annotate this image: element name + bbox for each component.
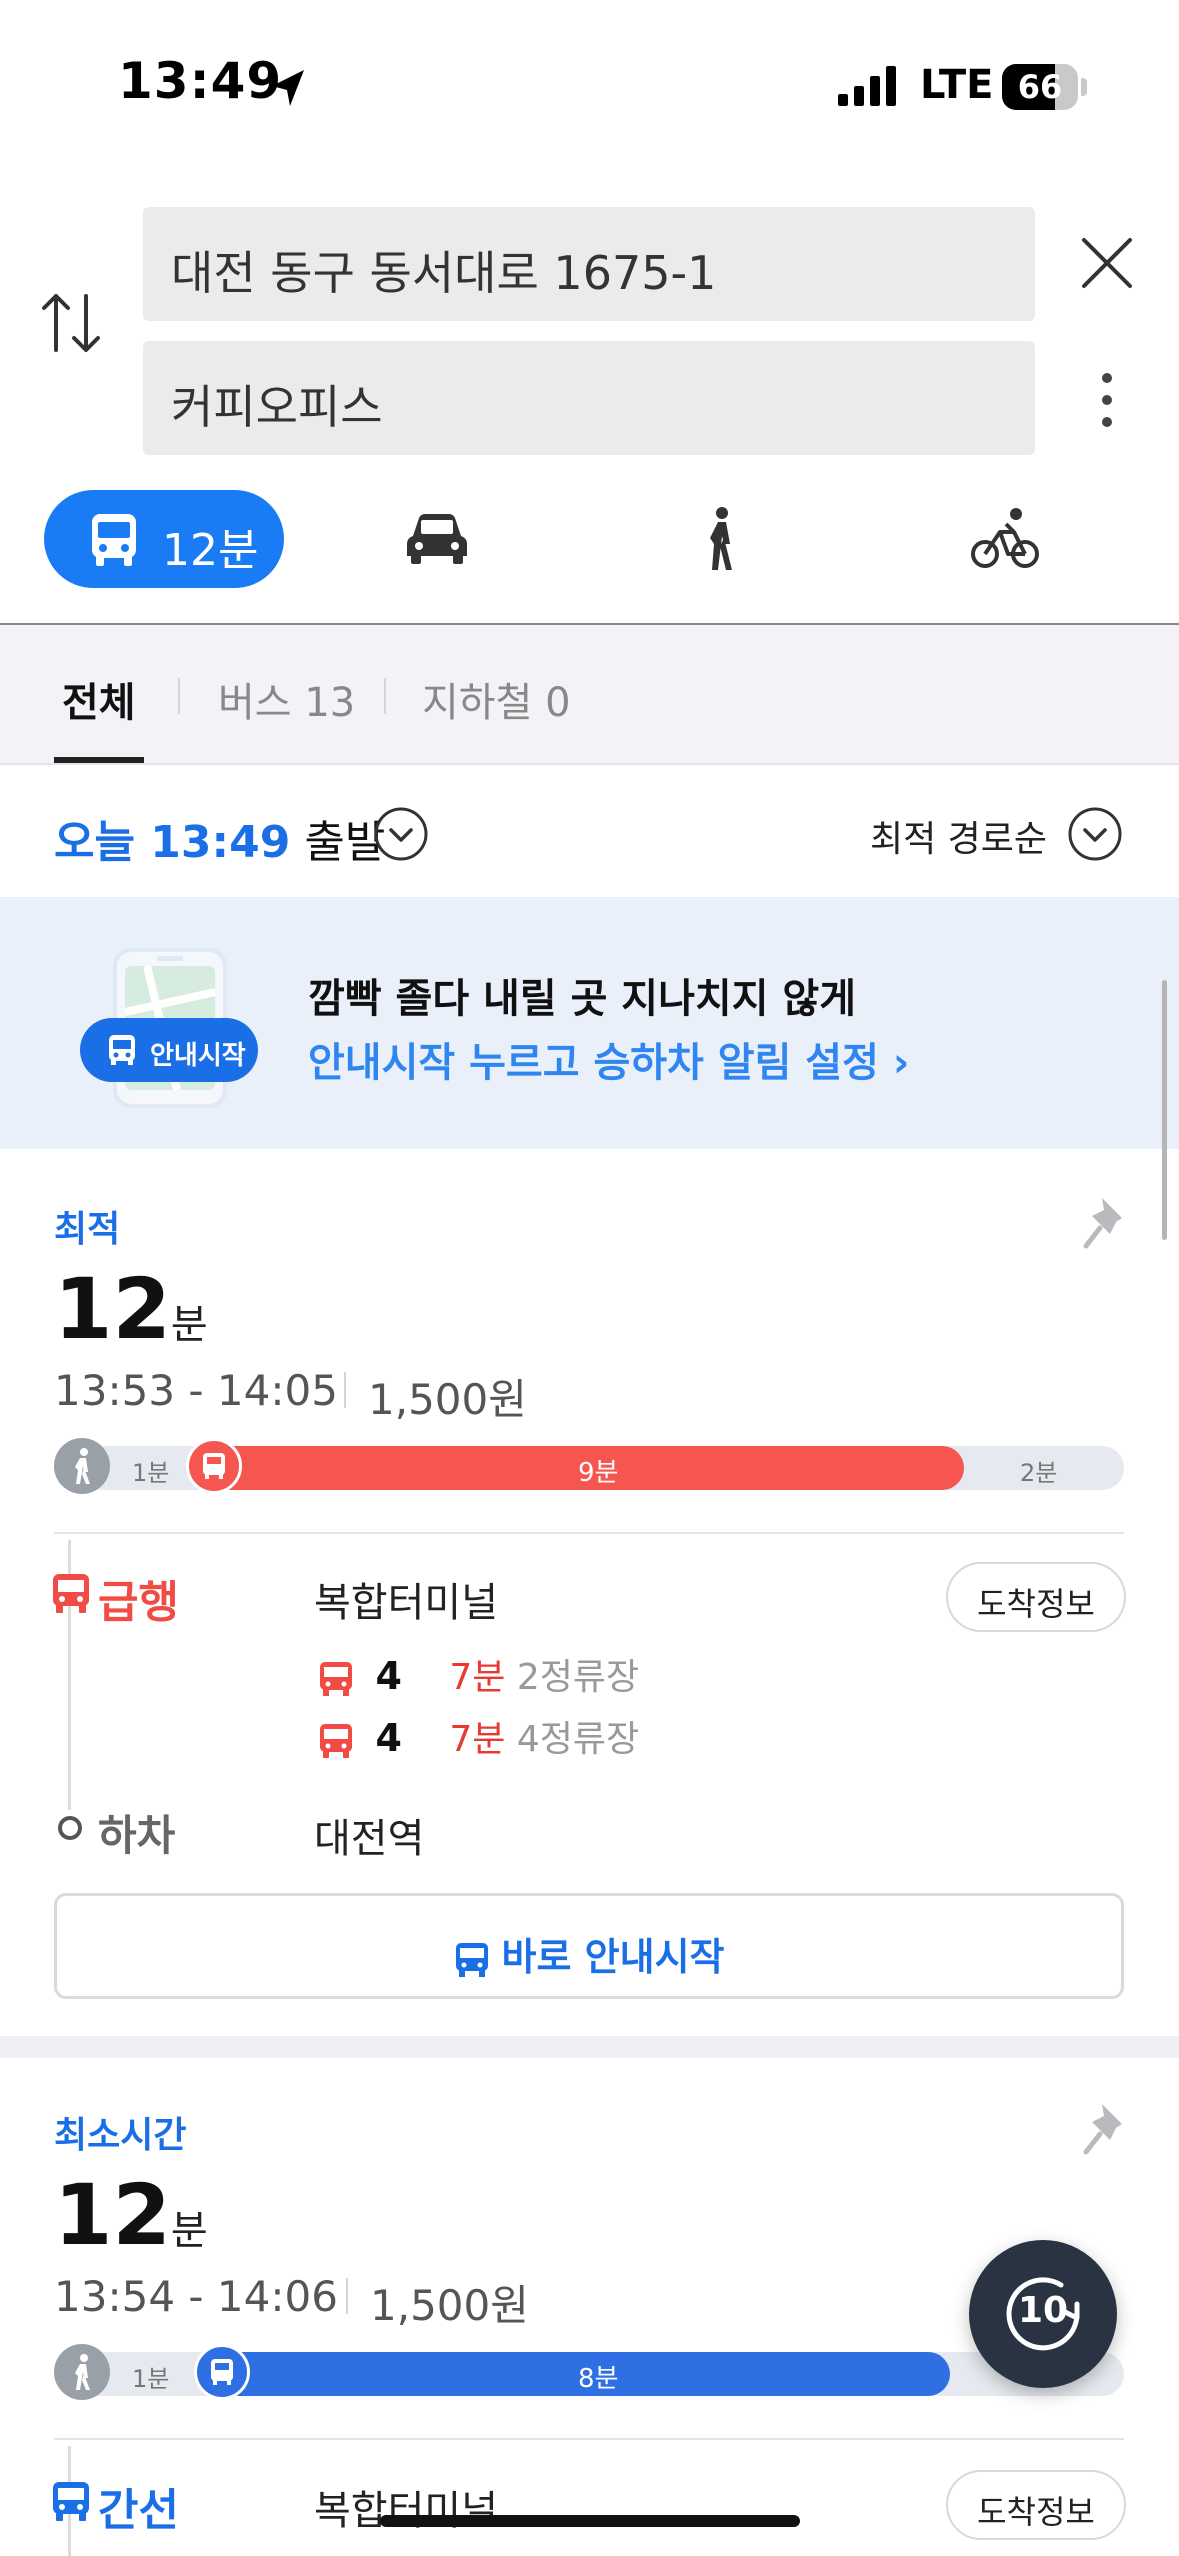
- network-type: LTE: [920, 62, 994, 108]
- bus-icon: [211, 2359, 233, 2385]
- arrival-minutes: 7분: [449, 1657, 506, 1698]
- bus-number: 4: [375, 1716, 402, 1760]
- alight-dot-icon: [58, 1816, 82, 1840]
- walk-badge: [54, 1438, 110, 1494]
- close-icon[interactable]: [1080, 236, 1134, 290]
- arrival-row: 4 7분 2정류장: [318, 1648, 639, 1700]
- start-guidance-label: 바로 안내시작: [501, 1935, 725, 1979]
- signal-icon: [838, 66, 896, 106]
- walk-icon[interactable]: [700, 506, 740, 572]
- tab-all[interactable]: 전체: [62, 670, 136, 728]
- chevron-down-icon[interactable]: [1067, 806, 1123, 862]
- bus-icon: [455, 1942, 488, 1977]
- tab-subway[interactable]: 지하철 0: [422, 670, 571, 728]
- refresh-button[interactable]: 10: [969, 2240, 1117, 2388]
- walk-start-minutes: 1분: [132, 1459, 170, 1487]
- destination-input[interactable]: 커피오피스: [143, 341, 1035, 455]
- mode-bus-tab[interactable]: 12분: [44, 490, 284, 588]
- route-tag: 최적: [54, 1209, 121, 1250]
- pin-icon[interactable]: [1082, 2100, 1132, 2158]
- bus-number: 4: [375, 1654, 402, 1698]
- bus-icon: [92, 514, 136, 566]
- tab-bus[interactable]: 버스 13: [218, 670, 355, 728]
- arrival-info-button[interactable]: 도착정보: [946, 1562, 1126, 1632]
- tab-bottom-border: [0, 763, 1179, 765]
- arrival-stops: 4정류장: [516, 1719, 640, 1760]
- walk-end-minutes: 2분: [1020, 1459, 1058, 1487]
- tab-separator: [384, 678, 386, 714]
- card-divider: [54, 2438, 1124, 2440]
- more-options-icon[interactable]: [1100, 370, 1114, 430]
- route-duration: 12분: [54, 2166, 208, 2264]
- route-times: 13:54 - 14:06: [54, 2272, 338, 2321]
- bus-icon: [53, 2482, 89, 2521]
- bus-icon: [203, 1453, 225, 1479]
- banner-title: 깜빡 졸다 내릴 곳 지나치지 않게: [308, 976, 857, 1022]
- ride-minutes: 9분: [578, 1458, 619, 1488]
- mode-bus-label: 12분: [162, 525, 259, 576]
- car-icon[interactable]: [405, 510, 469, 566]
- bus-badge: [194, 2344, 250, 2400]
- bus-type-label: 간선: [98, 2485, 179, 2536]
- board-stop: 복합터미널: [314, 2488, 498, 2534]
- duration-unit: 분: [170, 1302, 208, 1348]
- scrollbar[interactable]: [1162, 980, 1167, 1240]
- route-times: 13:53 - 14:05: [54, 1366, 338, 1415]
- status-time: 13:49: [118, 52, 283, 110]
- chevron-down-icon[interactable]: [373, 806, 429, 862]
- location-arrow-icon: [272, 70, 304, 106]
- home-indicator[interactable]: [380, 2515, 800, 2527]
- battery-tip: [1081, 78, 1087, 96]
- refresh-label: 10: [1017, 2290, 1069, 2331]
- bus-icon: [320, 1662, 352, 1696]
- duration-value: 12: [54, 2166, 171, 2264]
- arrival-info-button[interactable]: 도착정보: [946, 2470, 1126, 2540]
- duration-value: 12: [54, 1260, 171, 1358]
- ride-minutes: 8분: [578, 2364, 619, 2394]
- board-stop: 복합터미널: [314, 1580, 498, 1626]
- walk-icon: [75, 1448, 90, 1484]
- arrival-minutes: 7분: [449, 1719, 506, 1760]
- arrival-stops: 2정류장: [516, 1657, 640, 1698]
- banner-pill-label: 안내시작: [150, 1041, 246, 1071]
- times-separator: [346, 2278, 348, 2314]
- ride-segment: [188, 1446, 964, 1490]
- swap-icon[interactable]: [40, 288, 102, 358]
- arrival-row: 4 7분 4정류장: [318, 1710, 639, 1762]
- bus-icon: [109, 1035, 135, 1065]
- alight-label: 하차: [98, 1811, 176, 1860]
- departure-time: 오늘 13:49: [54, 817, 291, 868]
- route-tag: 최소시간: [54, 2115, 187, 2156]
- route-filter-bar: [0, 625, 1179, 765]
- banner-start-pill: 안내시작: [80, 1018, 258, 1082]
- duration-unit: 분: [170, 2208, 208, 2254]
- route-fare: 1,500원: [370, 2281, 529, 2330]
- bus-type-label: 급행: [98, 1577, 179, 1628]
- walk-start-minutes: 1분: [132, 2365, 170, 2393]
- sort-order[interactable]: 최적 경로순: [870, 810, 1047, 862]
- alight-stop: 대전역: [314, 1816, 425, 1862]
- start-guidance-button[interactable]: 바로 안내시작: [54, 1893, 1124, 1999]
- card-divider: [54, 1532, 1124, 1534]
- bicycle-icon[interactable]: [970, 506, 1040, 570]
- departure-time-selector[interactable]: 오늘 13:49 출발: [54, 806, 385, 870]
- ride-segment: [196, 2352, 950, 2396]
- pin-icon[interactable]: [1082, 1194, 1132, 1252]
- bus-icon: [320, 1724, 352, 1758]
- card-separator: [0, 2036, 1179, 2058]
- walk-icon: [75, 2354, 90, 2390]
- route-duration: 12분: [54, 1260, 208, 1358]
- walk-badge: [54, 2344, 110, 2400]
- bus-icon: [53, 1574, 89, 1613]
- bus-badge: [186, 1438, 242, 1494]
- battery-icon: 66: [1002, 64, 1078, 110]
- battery-level: 66: [1017, 68, 1063, 106]
- tab-separator: [178, 678, 180, 714]
- origin-input[interactable]: 대전 동구 동서대로 1675-1: [143, 207, 1035, 321]
- route-fare: 1,500원: [368, 1375, 527, 1424]
- banner-link[interactable]: 안내시작 누르고 승하차 알림 설정 ›: [308, 1030, 909, 1088]
- times-separator: [344, 1372, 346, 1408]
